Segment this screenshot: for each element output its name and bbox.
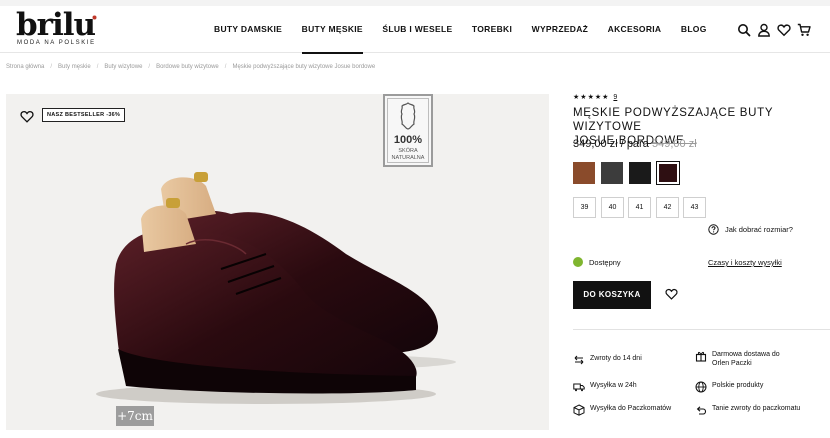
breadcrumb-separator: / — [148, 64, 151, 70]
feature-free-delivery-line2: Orlen Paczki — [712, 360, 752, 367]
breadcrumb-separator: / — [224, 64, 227, 70]
leather-text-line1: SKÓRA — [398, 148, 418, 154]
feature-free-delivery-line1: Darmowa dostawa do — [712, 351, 780, 358]
leather-hide-icon — [400, 102, 416, 130]
size-guide-label: Jak dobrać rozmiar? — [725, 225, 793, 234]
feature-polish: Polskie produkty — [695, 381, 763, 393]
nav-item-buty-meskie[interactable]: BUTY MĘSKIE — [301, 6, 364, 54]
star-icon: ★ — [594, 94, 602, 101]
star-icon: ★ — [573, 94, 580, 101]
color-swatch-black[interactable] — [629, 162, 651, 184]
size-option[interactable]: 43 — [683, 197, 706, 218]
leather-text: SKÓRA NATURALNA — [385, 148, 431, 162]
feature-ship-24h-label: Wysyłka w 24h — [590, 382, 637, 389]
breadcrumb-current: Męskie podwyższające buty wizytowe Josue… — [232, 64, 376, 70]
gift-icon — [695, 351, 707, 362]
logo-word: brilu — [16, 7, 96, 43]
color-swatch-grey[interactable] — [601, 162, 623, 184]
wishlist-heart-icon[interactable] — [20, 110, 34, 123]
availability-label: Dostępny — [589, 257, 621, 267]
logo-tagline: MODA NA POLSKIE — [17, 40, 96, 46]
breadcrumb-item[interactable]: Bordowe buty wizytowe — [156, 64, 219, 70]
nav-item-buty-damskie[interactable]: BUTY DAMSKIE — [214, 6, 282, 53]
product-price: 349,00 zł / para — [573, 138, 649, 150]
availability: Dostępny — [573, 257, 621, 267]
natural-leather-badge: 100% SKÓRA NATURALNA — [383, 94, 433, 167]
size-guide-link[interactable]: Jak dobrać rozmiar? — [708, 224, 793, 235]
globe-icon — [695, 381, 707, 393]
size-option[interactable]: 39 — [573, 197, 596, 218]
product-info-panel: ★ ★ ★ ★ ★ 9 Męskie podwyższające buty wi… — [573, 0, 830, 438]
breadcrumb-item[interactable]: Buty wizytowe — [104, 64, 142, 70]
product-title-line1: Męskie podwyższające buty wizytowe — [573, 107, 774, 133]
star-icon: ★ — [602, 94, 609, 101]
logo-dot-icon — [92, 15, 97, 20]
rating[interactable]: ★ ★ ★ ★ ★ 9 — [573, 93, 617, 102]
feature-returns: Zwroty do 14 dni — [573, 354, 642, 366]
review-count[interactable]: 9 — [613, 94, 617, 101]
leather-percent: 100% — [393, 134, 423, 146]
bestseller-badge: NASZ BESTSELLER -36% — [42, 108, 126, 122]
star-icon: ★ — [580, 94, 587, 101]
size-option[interactable]: 41 — [628, 197, 651, 218]
question-circle-icon — [708, 224, 719, 235]
return-arrow-icon — [696, 406, 707, 415]
shipping-info-link[interactable]: Czasy i koszty wysyłki — [708, 258, 782, 267]
feature-lockers: Wysyłka do Paczkomatów — [573, 404, 671, 416]
size-option[interactable]: 42 — [656, 197, 679, 218]
logo[interactable]: brilu MODA NA POLSKIE — [16, 10, 106, 50]
breadcrumb-item[interactable]: Buty męskie — [58, 64, 91, 70]
package-box-icon — [573, 404, 585, 416]
feature-cheap-returns-label: Tanie zwroty do paczkomatu — [712, 405, 801, 412]
nav-item-torebki[interactable]: TOREBKI — [472, 6, 512, 53]
height-badge: +7cm — [116, 406, 154, 426]
truck-icon — [573, 383, 585, 392]
feature-cheap-returns: Tanie zwroty do paczkomatu — [695, 404, 800, 416]
product-gallery[interactable]: NASZ BESTSELLER -36% 100% SKÓRA NATURALN… — [6, 94, 549, 430]
leather-text-line2: NATURALNA — [391, 155, 425, 161]
product-image — [96, 172, 456, 404]
color-swatch-brown[interactable] — [573, 162, 595, 184]
returns-arrows-icon — [574, 355, 584, 365]
divider — [573, 329, 830, 330]
add-to-cart-button[interactable]: DO KOSZYKA — [573, 281, 651, 309]
feature-ship-24h: Wysyłka w 24h — [573, 381, 637, 393]
breadcrumb-separator: / — [50, 64, 53, 70]
size-option[interactable]: 40 — [601, 197, 624, 218]
feature-free-delivery-label: Darmowa dostawa do Orlen Paczki — [712, 350, 780, 368]
breadcrumb: Strona główna / Buty męskie / Buty wizyt… — [6, 64, 375, 70]
breadcrumb-separator: / — [96, 64, 99, 70]
product-old-price: 549,00 zł — [652, 138, 697, 150]
add-to-wishlist-heart-icon[interactable] — [665, 288, 678, 300]
availability-dot-icon — [573, 257, 583, 267]
nav-item-slub-i-wesele[interactable]: ŚLUB I WESELE — [382, 6, 452, 53]
feature-polish-label: Polskie produkty — [712, 382, 764, 389]
feature-returns-label: Zwroty do 14 dni — [590, 355, 642, 362]
color-swatch-bordo-selected[interactable] — [656, 161, 680, 185]
star-icon: ★ — [587, 94, 594, 101]
feature-lockers-label: Wysyłka do Paczkomatów — [590, 405, 672, 412]
breadcrumb-item[interactable]: Strona główna — [6, 64, 44, 70]
feature-free-delivery: Darmowa dostawa do Orlen Paczki — [695, 350, 780, 368]
